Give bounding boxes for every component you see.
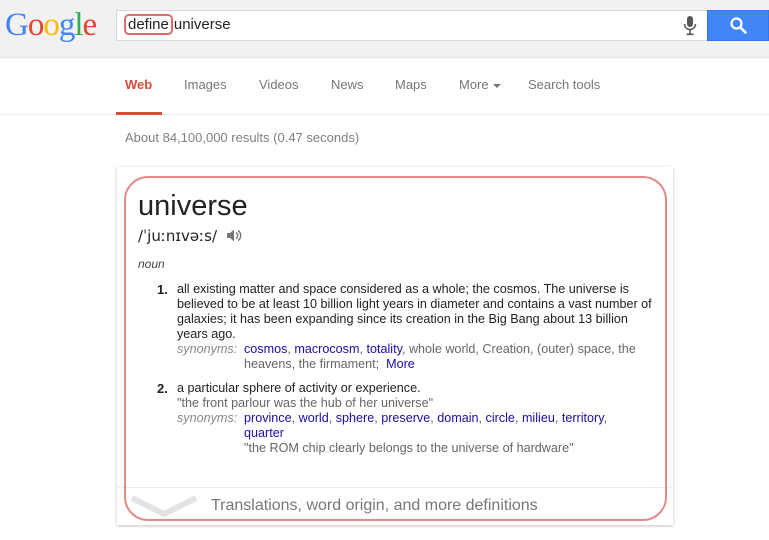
synonym-link[interactable]: preserve [381,411,430,425]
tab-more-label: More [459,77,489,92]
synonym-link[interactable]: circle [486,411,515,425]
logo-letter: e [82,7,98,43]
synonym-link[interactable]: cosmos [244,342,287,356]
more-synonyms-link[interactable]: More [386,357,415,371]
synonym-link[interactable]: totality [366,342,401,356]
sense-definition: all existing matter and space considered… [177,282,652,341]
synonyms-list: province, world, sphere, preserve, domai… [244,411,608,440]
search-input[interactable]: define universe [116,10,708,41]
search-button[interactable] [707,10,769,41]
synonym-link[interactable]: domain [437,411,478,425]
synonym-link[interactable]: province [244,411,292,425]
tab-web[interactable]: Web [125,77,152,92]
magnifier-icon [730,17,747,34]
phonetic: /ˈjuːnɪvəːs/ [138,227,218,245]
search-query: define universe [124,14,231,35]
logo-letter: G [5,7,29,43]
sense-number: 1. [157,282,168,297]
more-definitions-link[interactable]: Translations, word origin, and more defi… [211,497,538,515]
speaker-icon[interactable] [226,228,242,243]
synonym-link[interactable]: world [299,411,329,425]
chevron-down-icon[interactable] [130,494,198,518]
synonym-example: "the ROM chip clearly belongs to the uni… [244,441,574,455]
result-stats: About 84,100,000 results (0.47 seconds) [125,130,360,145]
synonym-link[interactable]: sphere [336,411,375,425]
chevron-down-icon [492,83,501,88]
synonyms-list: cosmos, macrocosm, totality, whole world… [244,342,636,371]
active-tab-indicator [116,112,162,115]
query-rest: universe [173,16,231,33]
sense-example: "the front parlour was the hub of her un… [177,396,434,410]
google-logo[interactable]: Google [5,7,98,43]
synonyms-row: synonyms: province, world, sphere, prese… [177,411,642,443]
tab-more[interactable]: More [459,77,501,92]
synonym-link[interactable]: quarter [244,426,284,440]
definition-word: universe [138,190,248,222]
sense-number: 2. [157,381,168,396]
synonyms-label: synonyms: [177,342,238,356]
mic-icon[interactable] [682,15,698,37]
part-of-speech: noun [138,257,165,271]
logo-letter: l [74,7,83,43]
synonyms-label: synonyms: [177,411,238,425]
tab-videos[interactable]: Videos [259,77,299,92]
search-nav: Web Images Videos News Maps More Search … [0,58,769,115]
logo-letter: o [27,7,44,43]
tab-news[interactable]: News [331,77,364,92]
header-bar: Google define universe [0,0,769,58]
logo-letter: o [43,7,59,43]
synonym-link[interactable]: territory [562,411,604,425]
logo-letter: g [58,7,75,43]
synonym-link[interactable]: milieu [522,411,555,425]
tab-search-tools[interactable]: Search tools [528,77,600,92]
tab-maps[interactable]: Maps [395,77,427,92]
card-divider [118,487,672,488]
tab-images[interactable]: Images [184,77,227,92]
synonym-link[interactable]: macrocosm [294,342,359,356]
synonyms-row: synonyms: cosmos, macrocosm, totality, w… [177,342,642,374]
query-highlight: define [124,14,173,35]
sense-definition: a particular sphere of activity or exper… [177,381,421,395]
